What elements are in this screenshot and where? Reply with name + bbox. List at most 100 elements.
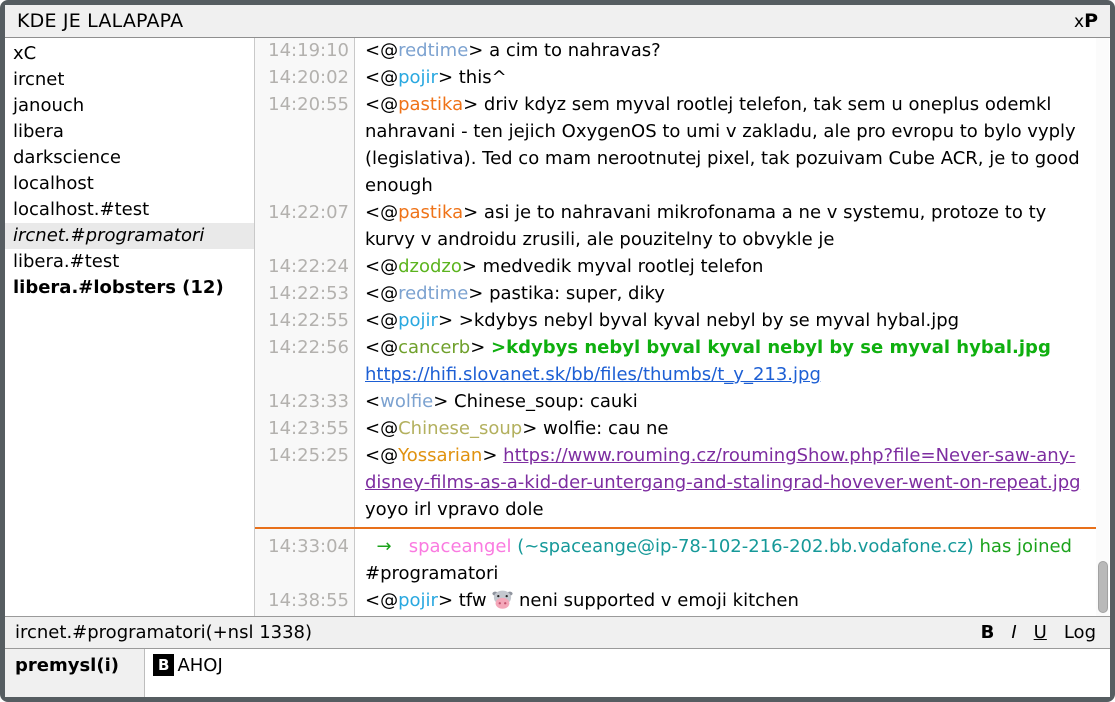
message-text: > [482, 445, 503, 466]
nick: wolfie [380, 391, 433, 412]
window-control-x: x [1074, 12, 1084, 32]
channel-sidebar: xCircnetjanouchliberadarksciencelocalhos… [5, 38, 255, 616]
message-text: > Chinese_soup: cauki [433, 391, 638, 412]
message-body: <@redtime> pastika: super, diky [355, 280, 1096, 307]
sidebar-item-localhost[interactable]: localhost [5, 171, 254, 197]
sidebar-item-xc[interactable]: xC [5, 41, 254, 67]
nick: pastika [398, 202, 463, 223]
nick: pastika [398, 94, 463, 115]
message-body: <@pastika> driv kdyz sem myval rootlej t… [355, 91, 1096, 199]
message-body: <@redtime> a cim to nahravas? [355, 38, 1096, 64]
message-text: > medvedik myval rootlej telefon [462, 256, 764, 277]
message-text: <@ [365, 337, 398, 358]
message-text: > wolfie: cau ne [522, 418, 668, 439]
window-control-xP[interactable]: xP [1074, 10, 1098, 32]
window-title: KDE JE LALAPAPA [17, 10, 183, 32]
nick: cancerb [398, 337, 470, 358]
message-text: > asi je to nahravani mikrofonama a ne v… [365, 202, 1052, 250]
irc-client-window: KDE JE LALAPAPA xP xCircnetjanouchlibera… [5, 5, 1110, 697]
message-text: neni supported v emoji kitchen [513, 590, 799, 611]
message-text: < [365, 391, 380, 412]
message-text: > driv kdyz sem myval rootlej telefon, t… [365, 94, 1085, 196]
bold-button[interactable]: B [981, 622, 995, 643]
sidebar-item-libera[interactable]: libera [5, 119, 254, 145]
message-body: → spaceangel (~spaceange@ip-78-102-216-2… [355, 533, 1096, 587]
message-body: <@Yossarian> https://www.rouming.cz/roum… [355, 442, 1096, 523]
message-timestamp: 14:19:10 [255, 38, 355, 64]
message-body: <@pojir> this^ [355, 64, 1096, 91]
message-text: <@ [365, 418, 398, 439]
sidebar-item-ircnet[interactable]: ircnet [5, 67, 254, 93]
message-text: > >kdybys nebyl byval kyval nebyl by se … [438, 310, 959, 331]
nick: Yossarian [398, 445, 482, 466]
nick: spaceangel [409, 536, 512, 557]
message-text: <@ [365, 310, 398, 331]
message-text: <@ [365, 202, 398, 223]
message-body: <@pojir> >kdybys nebyl byval kyval nebyl… [355, 307, 1096, 334]
link[interactable]: https://hifi.slovanet.sk/bb/files/thumbs… [365, 364, 821, 385]
message-text [1051, 337, 1057, 358]
chat-message: 14:22:24<@dzodzo> medvedik myval rootlej… [255, 253, 1096, 280]
sidebar-item-libera-lobsters-12-[interactable]: libera.#lobsters (12) [5, 275, 254, 301]
channel-status-text: ircnet.#programatori(+nsl 1338) [15, 622, 312, 643]
message-input[interactable]: BAHOJ [145, 649, 1110, 697]
message-text: <@ [365, 94, 398, 115]
title-bar: KDE JE LALAPAPA xP [5, 5, 1110, 38]
message-timestamp: 14:22:07 [255, 199, 355, 253]
chat-message: 14:22:55<@pojir> >kdybys nebyl byval kyv… [255, 307, 1096, 334]
message-text: > this^ [438, 67, 507, 88]
message-text: <@ [365, 256, 398, 277]
log-button[interactable]: Log [1064, 622, 1096, 643]
nick: dzodzo [398, 256, 462, 277]
message-timestamp: 14:25:25 [255, 442, 355, 523]
sidebar-item-darkscience[interactable]: darkscience [5, 145, 254, 171]
message-body: <@pastika> asi je to nahravani mikrofona… [355, 199, 1096, 253]
sidebar-item-libera-test[interactable]: libera.#test [5, 249, 254, 275]
format-buttons: BIU Log [981, 622, 1096, 643]
window-control-p: P [1084, 10, 1098, 32]
message-timestamp: 14:23:33 [255, 388, 355, 415]
message-text: > tfw [438, 590, 492, 611]
message-timestamp: 14:22:56 [255, 334, 355, 388]
status-bar: ircnet.#programatori(+nsl 1338) BIU Log [5, 616, 1110, 649]
sidebar-item-ircnet-programatori[interactable]: ircnet.#programatori [5, 223, 254, 249]
message-text: <@ [365, 67, 398, 88]
message-timestamp: 14:22:53 [255, 280, 355, 307]
chat-message: 14:38:55<@pojir> tfw neni supported v em… [255, 587, 1096, 614]
nick: redtime [398, 283, 468, 304]
cow-face-emoji-icon [492, 590, 513, 611]
message-timestamp: 14:22:55 [255, 307, 355, 334]
message-text: > pastika: super, diky [468, 283, 665, 304]
nick: pojir [398, 67, 438, 88]
message-body: <@Chinese_soup> wolfie: cau ne [355, 415, 1096, 442]
chat-message: 14:22:56<@cancerb> >kdybys nebyl byval k… [255, 334, 1096, 388]
hostmask: (~spaceange@ip-78-102-216-202.bb.vodafon… [517, 536, 974, 557]
message-body: <wolfie> Chinese_soup: cauki [355, 388, 1096, 415]
chat-area: vadi, tak at mi nevola14:19:10<@redtime>… [255, 38, 1110, 616]
italic-button[interactable]: I [1011, 622, 1016, 643]
message-text: <@ [365, 283, 398, 304]
message-text: has joined [980, 536, 1072, 557]
sidebar-item-localhost-test[interactable]: localhost.#test [5, 197, 254, 223]
unread-marker [255, 523, 1096, 533]
chat-message: 14:25:25<@Yossarian> https://www.rouming… [255, 442, 1096, 523]
bold-control-char: B [153, 654, 174, 676]
scrollbar-track[interactable] [1096, 38, 1109, 616]
message-text: <@ [365, 445, 398, 466]
sidebar-item-janouch[interactable]: janouch [5, 93, 254, 119]
nick: pojir [398, 310, 438, 331]
underline-button[interactable]: U [1034, 622, 1047, 643]
message-timestamp: 14:20:55 [255, 91, 355, 199]
nick: Chinese_soup [398, 418, 522, 439]
scrollbar-thumb[interactable] [1098, 561, 1108, 613]
message-timestamp: 14:22:24 [255, 253, 355, 280]
chat-message: 14:22:07<@pastika> asi je to nahravani m… [255, 199, 1096, 253]
nick: pojir [398, 590, 438, 611]
own-nick-label: premysl(i) [5, 649, 145, 697]
message-text: >kdybys nebyl byval kyval nebyl by se my… [491, 337, 1051, 358]
unread-marker-line [255, 527, 1096, 529]
chat-message: 14:19:10<@redtime> a cim to nahravas? [255, 38, 1096, 64]
chat-message: 14:23:33<wolfie> Chinese_soup: cauki [255, 388, 1096, 415]
main-area: xCircnetjanouchliberadarksciencelocalhos… [5, 38, 1110, 616]
message-body: <@dzodzo> medvedik myval rootlej telefon [355, 253, 1096, 280]
